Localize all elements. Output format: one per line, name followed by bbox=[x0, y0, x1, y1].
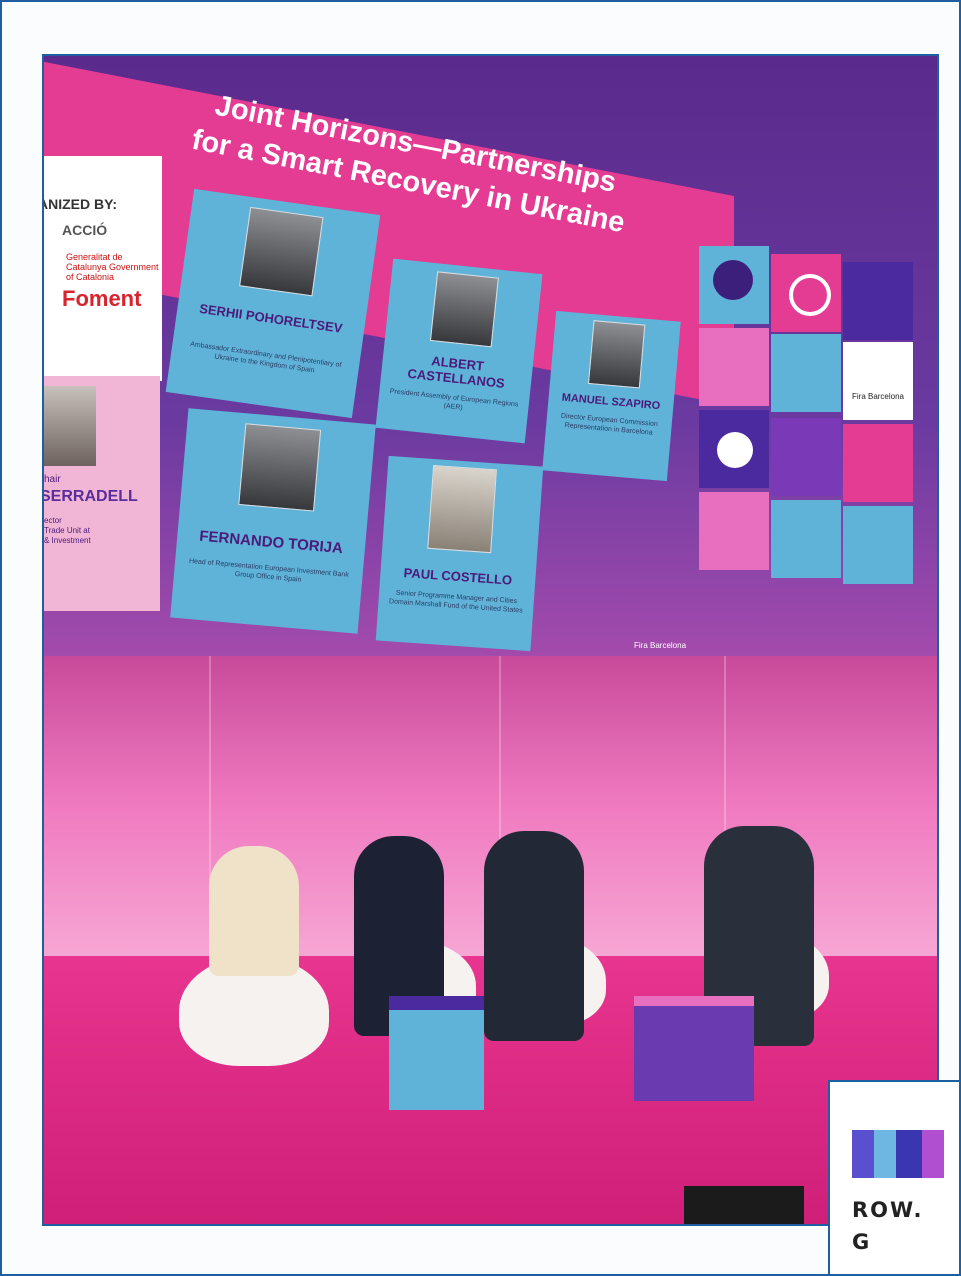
organized-by-label: ANIZED BY: bbox=[42, 196, 118, 212]
generalitat-logo: Generalitat de Catalunya Government of C… bbox=[66, 252, 159, 282]
tile-bridge bbox=[843, 506, 913, 584]
fira-logo-text: Fira Barcelona bbox=[851, 392, 905, 401]
speaker-photo-2 bbox=[429, 271, 499, 348]
decor-cube-1 bbox=[389, 996, 484, 1110]
foment-logo: Foment bbox=[62, 286, 142, 311]
tile-arch bbox=[843, 424, 913, 502]
tile-circle bbox=[699, 246, 769, 324]
speaker-photo-5 bbox=[427, 464, 497, 554]
floor-monitor bbox=[684, 1186, 804, 1224]
tile-truck bbox=[843, 262, 913, 340]
tile-crane bbox=[771, 418, 841, 496]
inset-card: ROW. G bbox=[828, 1080, 959, 1274]
tile-road bbox=[771, 334, 841, 412]
chair-name: SERRADELL bbox=[42, 488, 138, 505]
chair-label: hair bbox=[44, 474, 61, 485]
speaker-name-5: PAUL COSTELLO bbox=[403, 565, 513, 588]
speaker-role-4: Head of Representation European Investme… bbox=[188, 557, 350, 584]
panelist-3 bbox=[484, 831, 584, 1041]
speaker-name-1: SERHII POHORELTSEV bbox=[198, 300, 344, 336]
tile-fira-logo: Fira Barcelona bbox=[843, 342, 913, 420]
speaker-card-5: PAUL COSTELLO Senior Programme Manager a… bbox=[375, 455, 544, 652]
decor-cube-2 bbox=[634, 996, 754, 1101]
speaker-name-3: MANUEL SZAPIRO bbox=[561, 391, 661, 413]
speaker-photo-1 bbox=[239, 206, 324, 297]
speaker-card-1: SERHII POHORELTSEV Ambassador Extraordin… bbox=[165, 188, 381, 419]
screen-brand-logo: Fira Barcelona bbox=[634, 641, 687, 650]
speaker-card-4: FERNANDO TORIJA Head of Representation E… bbox=[170, 408, 376, 634]
speaker-photo-3 bbox=[587, 320, 646, 389]
presentation-screen: Joint Horizons—Partnerships for a Smart … bbox=[44, 56, 937, 716]
chair-role: ector Trade Unit at & Investment bbox=[44, 516, 91, 545]
inset-text-line-2: G bbox=[852, 1230, 870, 1254]
conference-photo: Joint Horizons—Partnerships for a Smart … bbox=[42, 54, 939, 1226]
speaker-role-1: Ambassador Extraordinary and Plenipotent… bbox=[189, 340, 342, 375]
speaker-role-3: Director European Commission Representat… bbox=[560, 412, 659, 437]
tile-diamond bbox=[699, 492, 769, 570]
tile-bricks bbox=[699, 328, 769, 406]
panelist-woman bbox=[209, 846, 299, 976]
speaker-name-4: FERNANDO TORIJA bbox=[198, 527, 344, 558]
speaker-role-5: Senior Programme Manager and Cities Doma… bbox=[388, 589, 523, 615]
speaker-card-2: ALBERT CASTELLANOS President Assembly of… bbox=[375, 258, 543, 444]
speaker-card-3: MANUEL SZAPIRO Director European Commiss… bbox=[542, 310, 681, 482]
speaker-role-2: President Assembly of European Regions (… bbox=[389, 388, 519, 412]
tile-flower bbox=[771, 254, 841, 332]
tile-figure bbox=[771, 500, 841, 578]
inset-text-line-1: ROW. bbox=[852, 1198, 924, 1222]
image-frame: Joint Horizons—Partnerships for a Smart … bbox=[0, 0, 961, 1276]
color-bars bbox=[852, 1130, 944, 1178]
decorative-tiles: Fira Barcelona bbox=[699, 246, 937, 716]
chair-card: hair SERRADELL ector Trade Unit at & Inv… bbox=[44, 376, 160, 611]
accio-logo: ACCIÓ bbox=[62, 222, 108, 238]
speaker-photo-4 bbox=[238, 423, 322, 512]
speaker-name-2: ALBERT CASTELLANOS bbox=[406, 353, 506, 391]
chair-photo bbox=[44, 386, 96, 466]
tile-wrecking-ball bbox=[699, 410, 769, 488]
organizers-panel: ANIZED BY: ACCIÓ Generalitat de Cataluny… bbox=[44, 156, 162, 381]
